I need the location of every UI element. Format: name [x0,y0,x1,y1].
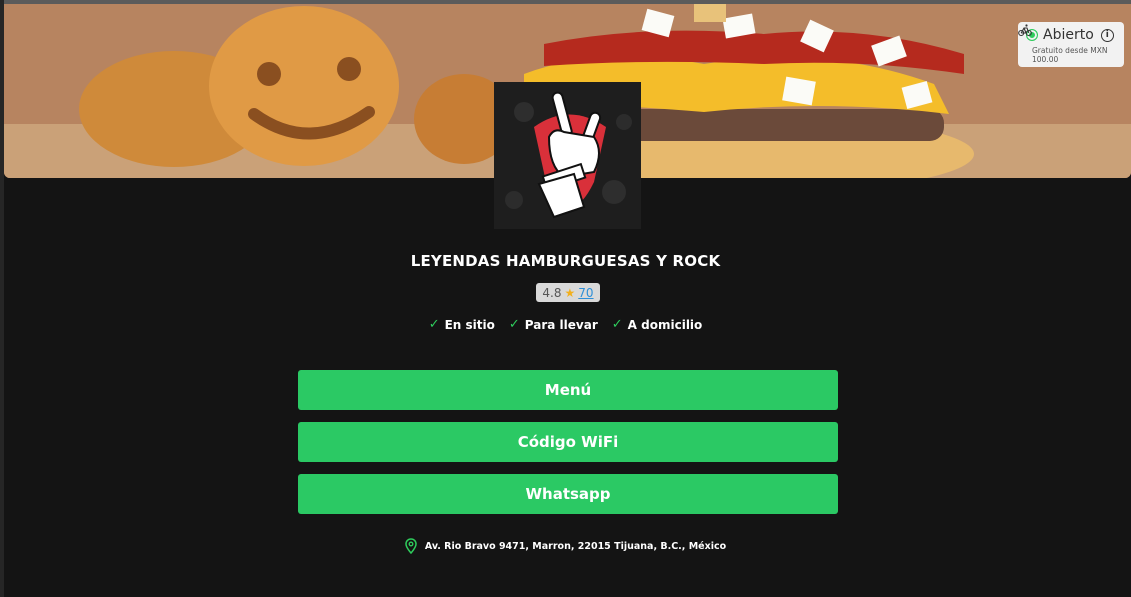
restaurant-logo [494,82,641,229]
snack-eye-right [337,57,361,81]
service-takeout: ✓ Para llevar [509,317,598,332]
service-label: Para llevar [524,317,598,332]
menu-button[interactable]: Menú [298,370,838,410]
service-label: En sitio [444,317,495,332]
rock-hand-logo [494,82,641,229]
rating-chip: 4.8 ★ 70 [536,283,600,302]
wifi-code-button[interactable]: Código WiFi [298,422,838,462]
delivery-minimum: Gratuito desde MXN 100.00 [1032,46,1108,64]
snack-eye-left [257,62,281,86]
onion-piece [782,76,816,106]
address-text[interactable]: Av. Rio Bravo 9471, Marron, 22015 Tijuan… [425,541,726,552]
location-pin-icon [405,538,417,554]
rating-value: 4.8 [542,285,562,300]
address-row: Av. Rio Bravo 9471, Marron, 22015 Tijuan… [0,538,1131,554]
smiley-snack-center [209,6,399,166]
service-delivery: ✓ A domicilio [612,317,703,332]
open-status-badge[interactable]: Abierto i Gratuito desde MXN 100.00 [1018,22,1124,67]
status-row: Abierto i [1026,26,1116,44]
whatsapp-button[interactable]: Whatsapp [298,474,838,514]
burger-top-bun [694,4,726,22]
service-dine-in: ✓ En sitio [429,317,495,332]
check-icon: ✓ [611,317,623,332]
restaurant-name: LEYENDAS HAMBURGUESAS Y ROCK [410,252,721,270]
check-icon: ✓ [508,317,520,332]
service-options: ✓ En sitio ✓ Para llevar ✓ A domicilio [0,317,1131,332]
reviews-link[interactable]: 70 [578,286,593,300]
check-icon: ✓ [428,317,440,332]
info-icon[interactable]: i [1100,28,1114,42]
bicycle-icon [1018,24,1032,37]
delivery-row: Gratuito desde MXN 100.00 [1018,24,1116,64]
status-label: Abierto [1043,27,1094,43]
star-icon: ★ [564,285,576,300]
service-label: A domicilio [627,317,703,332]
